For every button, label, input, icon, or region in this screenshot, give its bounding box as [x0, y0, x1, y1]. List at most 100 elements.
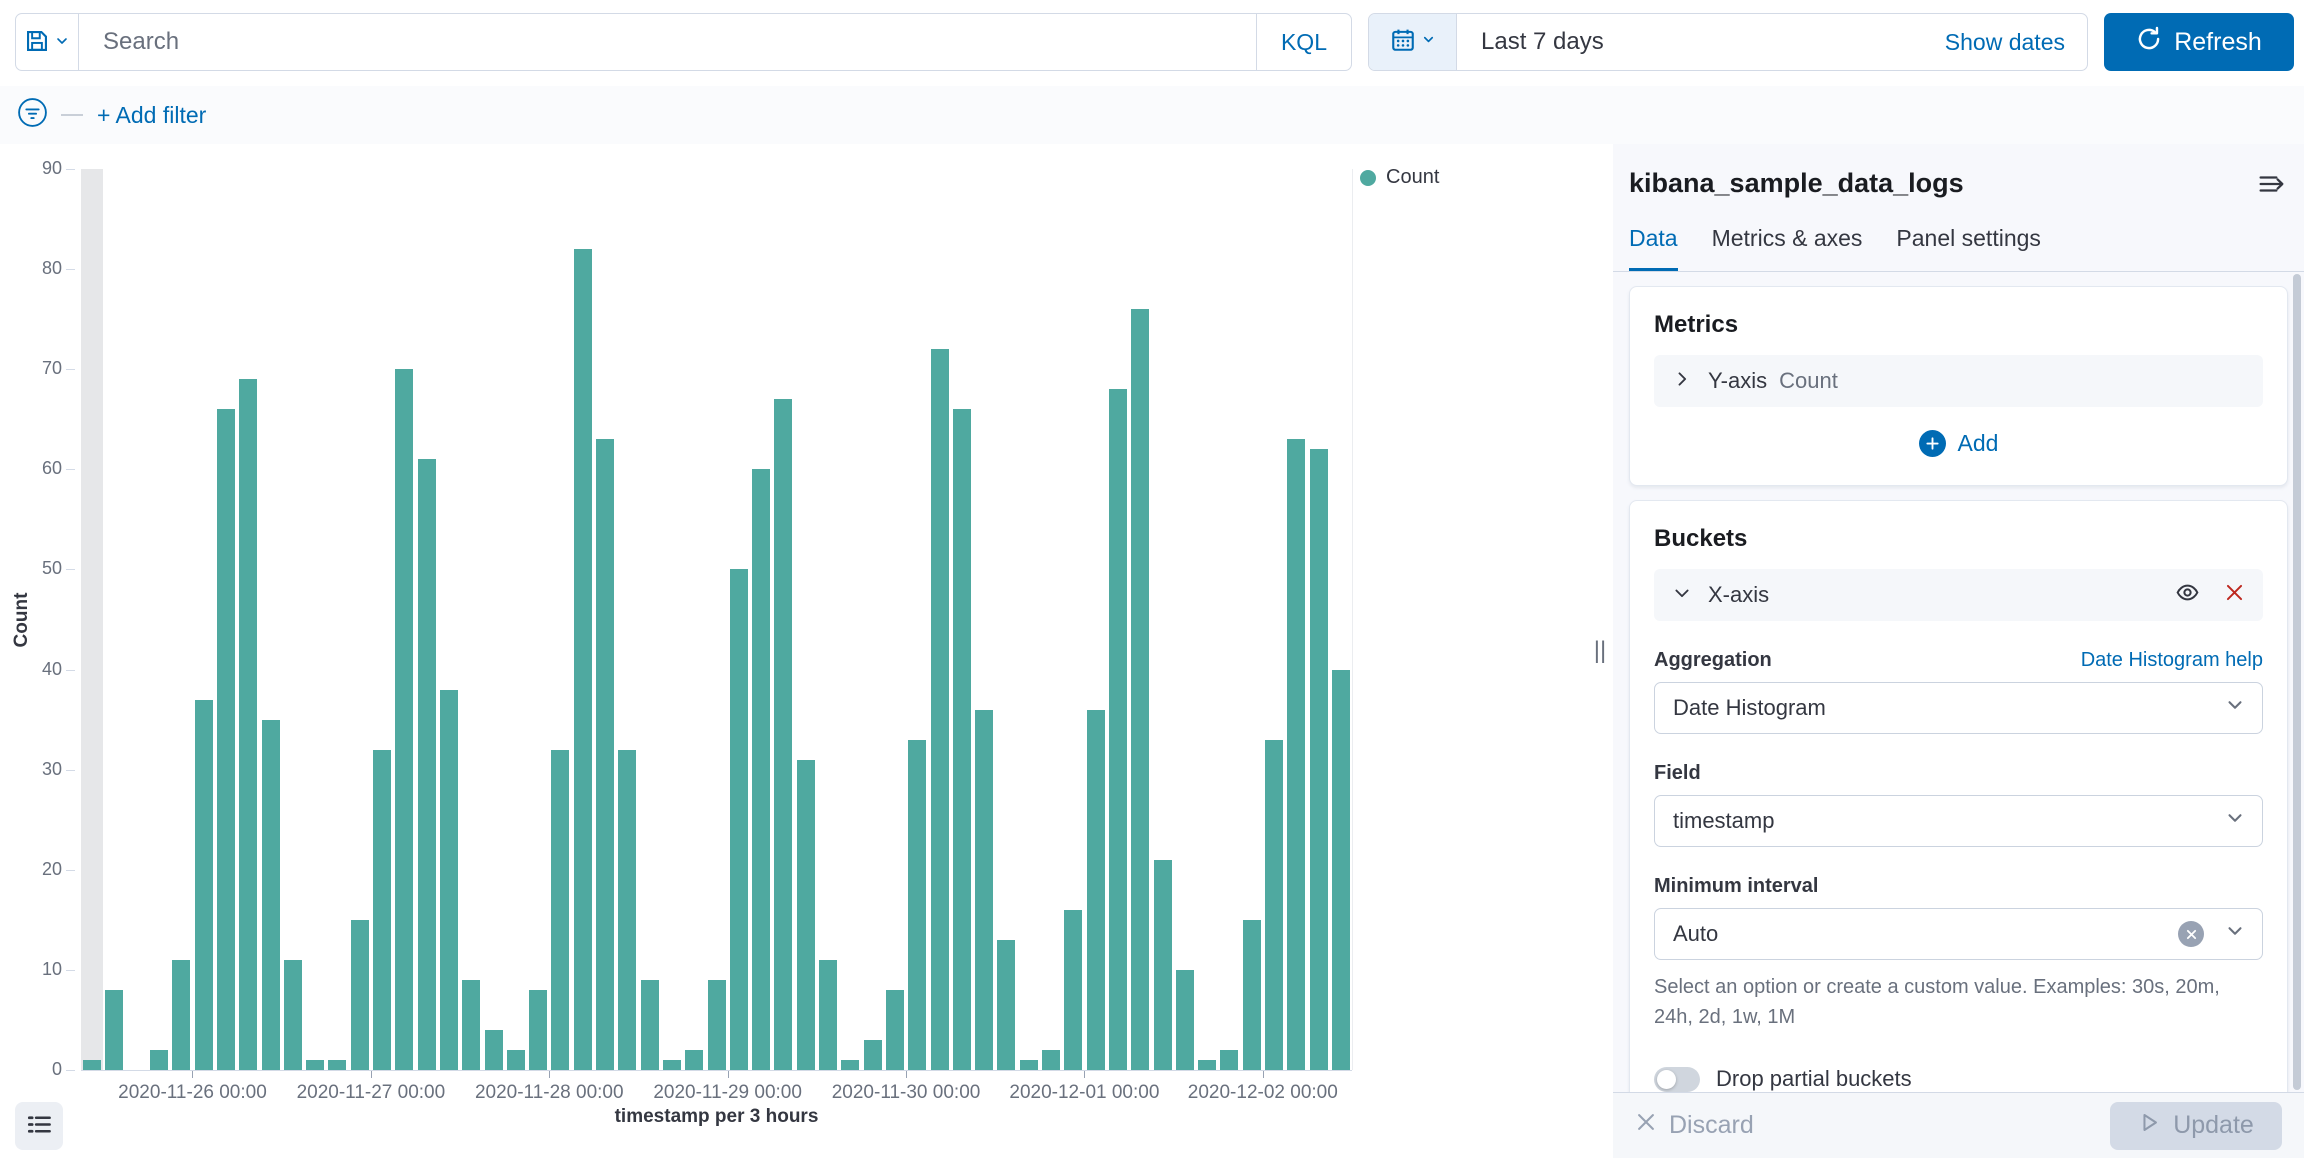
bar[interactable] [507, 1050, 525, 1070]
tab-metrics-axes[interactable]: Metrics & axes [1712, 225, 1863, 271]
visualization-editor-panel: kibana_sample_data_logs Data Metrics & a… [1613, 144, 2304, 1158]
minimum-interval-combobox[interactable]: Auto [1654, 908, 2263, 960]
bar[interactable] [83, 1060, 101, 1070]
bar[interactable] [797, 760, 815, 1070]
save-icon [24, 28, 50, 57]
add-metric-button[interactable]: Add [1654, 425, 2263, 461]
bar[interactable] [663, 1060, 681, 1070]
bar[interactable] [841, 1060, 859, 1070]
search-input[interactable] [79, 14, 1256, 70]
bar[interactable] [975, 710, 993, 1070]
bar[interactable] [306, 1060, 324, 1070]
chevron-down-icon [2224, 807, 2246, 835]
saved-query-button[interactable] [15, 13, 79, 71]
bar[interactable] [1220, 1050, 1238, 1070]
collapse-panel-button[interactable] [2258, 170, 2286, 201]
bar[interactable] [551, 750, 569, 1070]
bar[interactable] [953, 409, 971, 1070]
drop-partial-buckets-row: Drop partial buckets [1654, 1066, 2263, 1092]
bar[interactable] [819, 960, 837, 1070]
bar[interactable] [1042, 1050, 1060, 1070]
refresh-button[interactable]: Refresh [2104, 13, 2294, 71]
bar[interactable] [1243, 920, 1261, 1070]
y-tick-mark [66, 770, 75, 771]
bar[interactable] [864, 1040, 882, 1070]
calendar-button[interactable] [1369, 14, 1457, 70]
bar[interactable] [395, 369, 413, 1070]
aggregation-select[interactable]: Date Histogram [1654, 682, 2263, 734]
filter-icon[interactable] [16, 96, 49, 134]
bar[interactable] [1176, 970, 1194, 1070]
bar[interactable] [1198, 1060, 1216, 1070]
drop-partial-buckets-toggle[interactable] [1654, 1067, 1700, 1092]
bar[interactable] [105, 990, 123, 1070]
remove-bucket-icon[interactable] [2224, 582, 2245, 608]
bar[interactable] [774, 399, 792, 1070]
y-tick-mark [66, 1070, 75, 1071]
bar[interactable] [1087, 710, 1105, 1070]
bar[interactable] [150, 1050, 168, 1070]
bar[interactable] [997, 940, 1015, 1070]
show-dates-link[interactable]: Show dates [1945, 29, 2087, 56]
kql-language-button[interactable]: KQL [1256, 14, 1351, 70]
y-axis-metric-row[interactable]: Y-axis Count [1654, 355, 2263, 407]
y-tick-mark [66, 870, 75, 871]
bar[interactable] [1154, 860, 1172, 1070]
bar[interactable] [574, 249, 592, 1070]
x-tick-label: 2020-11-29 00:00 [628, 1082, 828, 1104]
bar[interactable] [931, 349, 949, 1070]
update-button[interactable]: Update [2110, 1102, 2282, 1150]
bar[interactable] [440, 690, 458, 1070]
field-select[interactable]: timestamp [1654, 795, 2263, 847]
plus-circle-icon [1919, 430, 1946, 457]
bar[interactable] [596, 439, 614, 1070]
x-axis-bucket-row[interactable]: X-axis [1654, 569, 2263, 621]
legend-item-count[interactable]: Count [1360, 166, 1439, 189]
bar[interactable] [752, 469, 770, 1070]
bar[interactable] [328, 1060, 346, 1070]
legend-toggle-button[interactable] [15, 1102, 63, 1150]
bar[interactable] [351, 920, 369, 1070]
bar[interactable] [284, 960, 302, 1070]
panel-scrollbar[interactable] [2293, 274, 2301, 1090]
eye-icon[interactable] [2175, 580, 2200, 610]
bar[interactable] [685, 1050, 703, 1070]
bar[interactable] [462, 980, 480, 1070]
tab-data[interactable]: Data [1629, 225, 1678, 271]
bar[interactable] [262, 720, 280, 1070]
bar[interactable] [908, 740, 926, 1070]
bar[interactable] [239, 379, 257, 1070]
bar[interactable] [1109, 389, 1127, 1070]
date-histogram-help-link[interactable]: Date Histogram help [2081, 649, 2263, 672]
y-tick-mark [66, 970, 75, 971]
panel-resize-handle[interactable]: || [1588, 144, 1612, 1158]
bar[interactable] [1287, 439, 1305, 1070]
bar[interactable] [529, 990, 547, 1070]
panel-footer: Discard Update [1613, 1092, 2304, 1158]
bar[interactable] [1265, 740, 1283, 1070]
tab-panel-settings[interactable]: Panel settings [1896, 225, 2040, 271]
bar[interactable] [1332, 670, 1350, 1070]
time-range-value[interactable]: Last 7 days [1457, 28, 1604, 56]
y-tick-label: 60 [16, 458, 62, 479]
clear-selection-icon[interactable] [2178, 921, 2204, 947]
bar[interactable] [418, 459, 436, 1070]
bar[interactable] [1064, 910, 1082, 1070]
bar[interactable] [373, 750, 391, 1070]
bar[interactable] [1020, 1060, 1038, 1070]
bar[interactable] [886, 990, 904, 1070]
bar[interactable] [618, 750, 636, 1070]
bar[interactable] [1131, 309, 1149, 1070]
bar[interactable] [1310, 449, 1328, 1070]
bar[interactable] [641, 980, 659, 1070]
bar[interactable] [708, 980, 726, 1070]
bar[interactable] [195, 700, 213, 1070]
chevron-down-icon [1421, 32, 1436, 52]
bar[interactable] [485, 1030, 503, 1070]
field-select-value: timestamp [1673, 808, 1774, 834]
bar[interactable] [217, 409, 235, 1070]
discard-button[interactable]: Discard [1635, 1111, 1754, 1140]
bar[interactable] [730, 569, 748, 1070]
add-filter-link[interactable]: + Add filter [97, 102, 206, 129]
bar[interactable] [172, 960, 190, 1070]
